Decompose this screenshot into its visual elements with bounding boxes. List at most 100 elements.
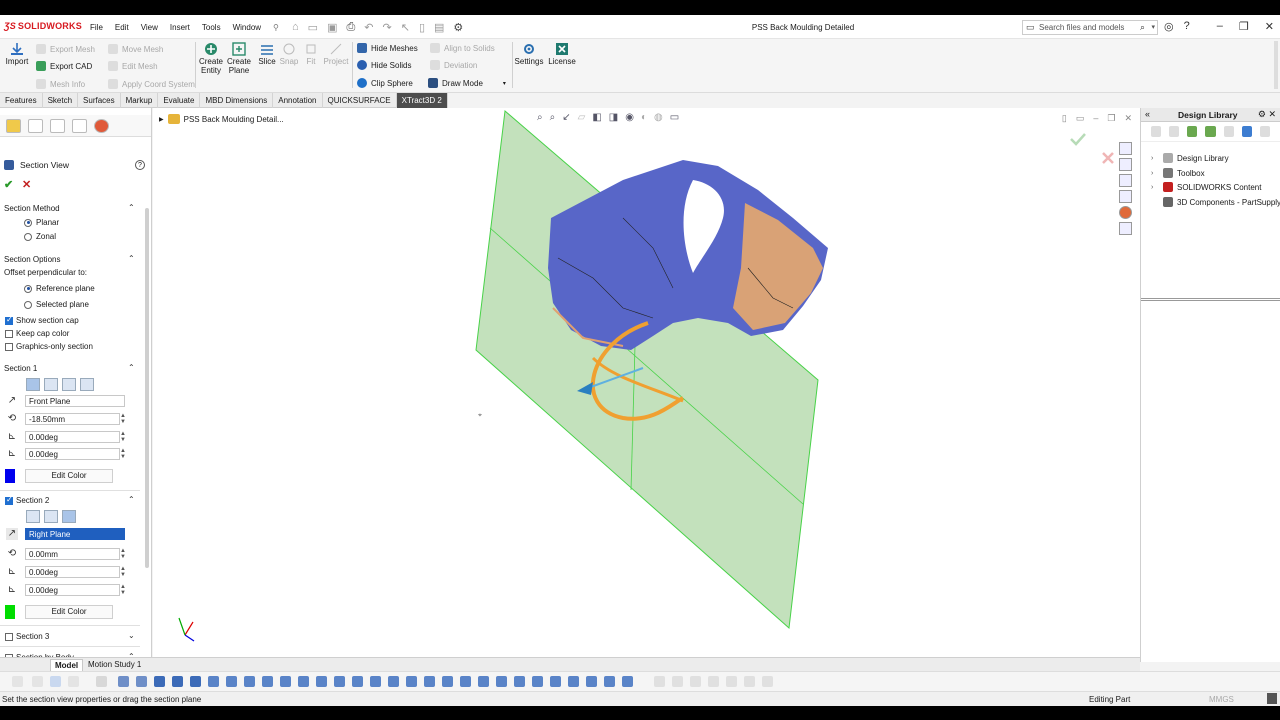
tool-icon[interactable] [568, 676, 579, 687]
section2-angle-x-field[interactable]: 0.00deg [25, 566, 120, 578]
radio-dot[interactable] [24, 218, 32, 227]
expand-arrow-icon[interactable]: › [1151, 155, 1159, 162]
radio-dot[interactable] [24, 232, 32, 241]
snap-button[interactable]: Snap [279, 42, 299, 66]
tool-icon[interactable] [622, 676, 633, 687]
help-icon[interactable]: ? [135, 160, 145, 170]
section-method-header[interactable]: Section Method [4, 204, 60, 213]
graphics-only-section-checkbox[interactable]: Graphics-only section [5, 342, 93, 351]
tab-annotation[interactable]: Annotation [273, 93, 323, 108]
tool-icon[interactable] [334, 676, 345, 687]
section-plane-button-2[interactable] [44, 378, 58, 391]
ribbon-scroll[interactable] [1274, 41, 1278, 89]
tool-icon[interactable] [442, 676, 453, 687]
tool-icon[interactable] [532, 676, 543, 687]
spinner-icon[interactable]: ▲ ▼ [118, 566, 128, 578]
tool-icon[interactable] [262, 676, 273, 687]
tool-icon[interactable] [514, 676, 525, 687]
section1-angle-y-field[interactable]: 0.00deg [25, 448, 120, 460]
user-icon[interactable]: ◎ [1164, 20, 1174, 33]
property-manager-scrollbar[interactable] [145, 208, 149, 568]
create-plane-button[interactable]: Create Plane [226, 42, 252, 75]
status-units[interactable]: MMGS [1209, 695, 1234, 704]
tool-icon[interactable] [298, 676, 309, 687]
create-entity-button[interactable]: Create Entity [198, 42, 224, 75]
section-options-header[interactable]: Section Options [4, 255, 60, 264]
configuration-manager-tab-icon[interactable] [50, 119, 65, 133]
back-icon[interactable] [1151, 126, 1162, 137]
section2-offset-field[interactable]: 0.00mm [25, 548, 120, 560]
tool-icon[interactable] [190, 676, 201, 687]
expand-chevron-icon[interactable]: ⌄ [128, 631, 135, 640]
radio-dot[interactable] [24, 300, 32, 309]
refresh-icon[interactable] [1241, 126, 1252, 137]
collapse-chevron-icon[interactable]: ⌃ [128, 495, 135, 504]
file-explorer-tab-icon[interactable] [1119, 190, 1132, 203]
tab-model[interactable]: Model [50, 659, 84, 671]
collapse-chevron-icon[interactable]: ⌃ [128, 363, 135, 372]
tool-icon[interactable] [136, 676, 147, 687]
section3-checkbox[interactable]: Section 3 [5, 632, 49, 641]
section1-header[interactable]: Section 1 [4, 364, 37, 373]
tool-icon[interactable] [226, 676, 237, 687]
library-item-design-library[interactable]: › Design Library [1151, 153, 1229, 163]
align-to-solids-button[interactable]: Align to Solids [430, 43, 495, 53]
appearances-tab-icon[interactable] [1119, 206, 1132, 219]
spinner-icon[interactable]: ▲ ▼ [118, 584, 128, 596]
ok-button[interactable]: ✔ [4, 178, 13, 191]
custom-properties-tab-icon[interactable] [1119, 222, 1132, 235]
collapse-chevron-icon[interactable]: ⌃ [128, 203, 135, 212]
design-library-tab-icon[interactable] [1119, 174, 1132, 187]
tool-icon[interactable] [244, 676, 255, 687]
deviation-button[interactable]: Deviation [430, 60, 477, 70]
dimxpert-tab-icon[interactable] [72, 119, 87, 133]
library-item-3d-components[interactable]: 3D Components - PartSupply [1151, 197, 1280, 207]
tab-markup[interactable]: Markup [121, 93, 159, 108]
checkbox[interactable] [5, 495, 13, 505]
tool-icon[interactable] [496, 676, 507, 687]
spinner-icon[interactable]: ▲ ▼ [118, 431, 128, 443]
checkbox[interactable] [5, 632, 13, 641]
tab-xtract3d[interactable]: XTract3D 2 [396, 93, 448, 108]
help-icon[interactable]: ? [1184, 20, 1190, 33]
spinner-icon[interactable]: ▲ ▼ [118, 413, 128, 425]
spinner-icon[interactable]: ▲ ▼ [118, 448, 128, 460]
tool-icon[interactable] [12, 676, 23, 687]
hide-meshes-button[interactable]: Hide Meshes [357, 43, 418, 53]
section-plane-button-3[interactable] [62, 378, 76, 391]
section-plane-button-2[interactable] [44, 510, 58, 523]
tool-icon[interactable] [550, 676, 561, 687]
search-icon[interactable]: ⌕ [1140, 22, 1145, 33]
tool-icon[interactable] [118, 676, 129, 687]
export-mesh-button[interactable]: Export Mesh [36, 44, 95, 54]
section1-offset-field[interactable]: -18.50mm [25, 413, 120, 425]
tab-surfaces[interactable]: Surfaces [78, 93, 121, 108]
tool-icon[interactable] [154, 676, 165, 687]
tool-icon[interactable] [744, 676, 755, 687]
tab-sketch[interactable]: Sketch [43, 93, 79, 108]
tool-icon[interactable] [672, 676, 683, 687]
tab-quicksurface[interactable]: QUICKSURFACE [323, 93, 397, 108]
settings-button[interactable]: Settings [514, 42, 544, 66]
spinner-icon[interactable]: ▲ ▼ [118, 548, 128, 560]
status-resize-grip[interactable] [1267, 693, 1277, 704]
collapse-panel-icon[interactable]: « [1145, 109, 1150, 119]
checkbox[interactable] [5, 342, 13, 351]
mesh-info-button[interactable]: Mesh Info [36, 79, 85, 89]
checkbox[interactable] [5, 315, 13, 325]
search-scope-icon[interactable]: ▭ [1026, 22, 1035, 33]
home-tab-icon[interactable] [1119, 142, 1132, 155]
panel-splitter[interactable] [1141, 298, 1280, 301]
license-button[interactable]: License [547, 42, 577, 66]
section2-checkbox[interactable]: Section 2 [5, 495, 49, 505]
library-item-solidworks-content[interactable]: › SOLIDWORKS Content [1151, 182, 1261, 192]
hide-solids-button[interactable]: Hide Solids [357, 60, 411, 70]
create-folder-icon[interactable] [1223, 126, 1234, 137]
tool-icon[interactable] [50, 676, 61, 687]
keep-cap-color-checkbox[interactable]: Keep cap color [5, 329, 69, 338]
expand-arrow-icon[interactable]: › [1151, 184, 1159, 191]
export-cad-button[interactable]: Export CAD [36, 61, 92, 71]
section-plane-button-1[interactable] [26, 378, 40, 391]
model-view[interactable]: ⌖ [153, 108, 1140, 662]
section-plane-button-3[interactable] [62, 510, 76, 523]
